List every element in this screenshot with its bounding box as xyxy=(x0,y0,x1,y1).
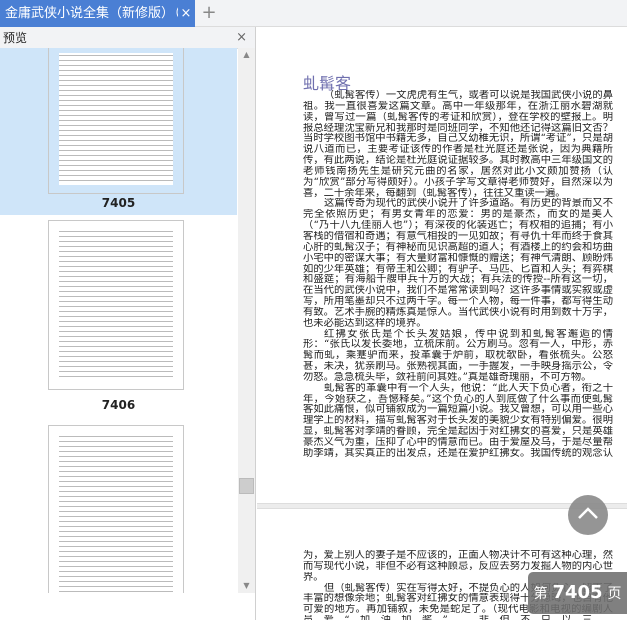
text-line: 为“欣赏”部分写得颇好）。小孩子学写文章得老师赞好，自然深以为 xyxy=(303,176,613,188)
text-line: 客栈的借宿和奇遇；有意气相投的一见如故；有寻仇十年而终于食其 xyxy=(303,230,613,242)
text-line: 老师钱南扬先生是研究元曲的名家，居然对此小文颇加赞扬（认 xyxy=(303,165,613,177)
preview-title: 预览 xyxy=(3,31,28,45)
text-line: 读，曾写过一篇（虬髯客传的考证和欣赏），登在学校的壁报上。明 xyxy=(303,111,613,123)
thumbnail-7405[interactable]: 7405 xyxy=(0,48,237,215)
thumbnail-page xyxy=(48,48,184,194)
thumbnail-label: 7405 xyxy=(101,196,136,210)
thumbnail-scrollbar[interactable]: ▲ ▼ xyxy=(238,48,255,593)
text-line: 客如此痛恨，似可铺叙成为一篇短篇小说。我又曾想，可以用一些心 xyxy=(303,404,613,416)
reader-area: 虬髯客 （虬髯客传）一文虎虎有生气，或者可以说是我国武侠小说的鼻 祖。我一直很喜爱… xyxy=(257,27,627,620)
text-line: 虬髯客的革囊中有一个人头，他说：“此人天下负心者，衔之十 xyxy=(324,382,613,394)
tab-bar: 金庸武侠小说全集（新修版）（: × + xyxy=(0,0,627,27)
thumbnail-page xyxy=(48,220,184,390)
text-line: 如的少年英雄；有帝王和公卿；有驴子、马匹、匕首和人头；有弈棋 xyxy=(303,263,613,275)
close-preview-icon[interactable]: × xyxy=(236,27,247,49)
text-line: 祖。我一直很喜爱这篇文章。高中一年级那年，在浙江丽水碧湖就 xyxy=(303,100,613,112)
text-line: 勿怒。急急梳头毕，敛衽前问其姓。”真是雄奇瑰丽，不可方物。 xyxy=(303,371,592,383)
text-line: 红拂女张氏是个长头发姑娘，传中说到和虬髯客邂逅的情 xyxy=(324,328,613,340)
text-line: 这篇传奇为现代的武侠小说开了许多道路。有历史的背景而又不 xyxy=(324,198,613,210)
text-line: 在当代的武侠小说中，我们不是常常读到吗？这许多事情或实叙或虚 xyxy=(303,285,613,297)
thumbnail-page xyxy=(48,425,184,593)
text-line: 也未必能达到这样的境界。 xyxy=(303,317,427,329)
scrollbar-thumb[interactable] xyxy=(239,478,254,494)
text-line: 而写现代小说，非但不必有这种顾忌，反应去努力发掘人物的内心世 xyxy=(303,560,613,572)
text-line: 和盛筵；有海船千艘甲兵十万的大战；有兵法的传授--所有这一切， xyxy=(303,274,613,286)
text-line: 显，虬髯客对李靖的眷顾，完全是起因于对红拂女的喜爱，只是英雄 xyxy=(303,426,613,437)
new-tab-button[interactable]: + xyxy=(200,0,218,27)
thumbnail-list: 7405 7406 xyxy=(0,48,237,593)
text-line: 为，爱上别人的妻子是不应该的，正面人物决计不可有这种心理，然 xyxy=(303,550,613,561)
text-line: （虬髯客传）一文虎虎有生气，或者可以说是我国武侠小说的鼻 xyxy=(324,90,613,101)
text-line: 说八道而已，主要考证该传的作者是杜光庭还是张说，因为典籍所 xyxy=(303,144,613,156)
text-line: 甚，未决，犹亲刷马。张熟视其面，一手握发，一手映身摇示公，令 xyxy=(303,361,613,372)
tab-close-icon[interactable]: × xyxy=(178,0,194,27)
text-line: 心肝的虬髯汉子；有神秘而见识高超的道人；有酒楼上的约会和坊曲 xyxy=(303,241,613,253)
thumbnail-label: 7406 xyxy=(101,398,136,412)
text-line: 报总经理沈宝新兄和我那时是同班同学，不知他还记得这篇旧文否？ xyxy=(303,122,613,134)
tab-title: 金庸武侠小说全集（新修版）（: xyxy=(5,6,185,21)
page-7405: 虬髯客 （虬髯客传）一文虎虎有生气，或者可以说是我国武侠小说的鼻 祖。我一直很喜爱… xyxy=(257,27,627,503)
scroll-up-icon[interactable]: ▲ xyxy=(238,48,255,62)
document-tab[interactable]: 金庸武侠小说全集（新修版）（: xyxy=(0,0,195,27)
current-page-number: 7405 xyxy=(552,582,603,603)
scroll-down-icon[interactable]: ▼ xyxy=(238,579,255,593)
text-line: （“乃十八九佳丽人也”）；有深夜的化装逃亡；有权相的追捕；有小 xyxy=(303,220,613,231)
thumbnail-7406[interactable]: 7406 xyxy=(0,218,237,418)
text-line: 髯而虬，乘蹇驴而来，投革囊于炉前，取枕欹卧，看张梳头。公怒 xyxy=(303,350,613,362)
text-line: 有致。艺术手腕的精炼真是惊人。当代武侠小说有时用到数十万字， xyxy=(303,306,613,318)
text-line: 小宅中的密谋大事；有大量财富和慷慨的赠送；有神气清朗、顾盼炜 xyxy=(303,252,613,264)
chevron-up-icon xyxy=(578,507,598,519)
back-to-top-button[interactable] xyxy=(568,495,608,535)
text-line: 理学上的材料，描写虬髯客对于长头发的美貌少女有特别偏爱。很明 xyxy=(303,415,613,427)
page-text: （虬髯客传）一文虎虎有生气，或者可以说是我国武侠小说的鼻 祖。我一直很喜爱这篇文章… xyxy=(303,90,613,459)
text-line: 形：“张氏以发长委地，立梳床前。公方刷马。忽有一人，中形，赤 xyxy=(303,339,613,351)
page-number-badge: 第 7405 页 xyxy=(528,572,627,614)
text-line: 完全依照历史；有男女青年的恋爱：男的是豪杰，而女的是美人 xyxy=(303,209,613,221)
text-line: 写，所用笔墨却只不过两千字。每一个人物，每一件事，都写得生动 xyxy=(303,296,613,307)
text-line: 年，今始获之，吾憾释矣。”这个负心的人到底做了什么事而使虬髯 xyxy=(303,393,613,405)
text-line: 员爱“加油加酱”，非但不只以三… xyxy=(303,615,613,620)
text-line: 助李靖，其实真正的出发点，还是在爱护红拂女。我国传统的观念认 xyxy=(303,447,613,459)
text-line: 传，有此两说，结论是杜光庭说证据较多。其时教高中三年级国文的 xyxy=(303,155,613,166)
thumbnail-7407[interactable] xyxy=(0,423,237,593)
text-line: 喜，二十余年来，每翻到（虬髯客传），往往又重读一遍。 xyxy=(303,187,566,199)
text-line: 当时学校图书馆中书籍无多，自己又幼稚无识，所谓“考证”，只是胡 xyxy=(303,133,613,145)
preview-header: 预览 × xyxy=(0,27,255,49)
text-line: 豪杰义气为重，压抑了心中的情意而已。由于爱屋及乌，于是尽量帮 xyxy=(303,437,613,448)
